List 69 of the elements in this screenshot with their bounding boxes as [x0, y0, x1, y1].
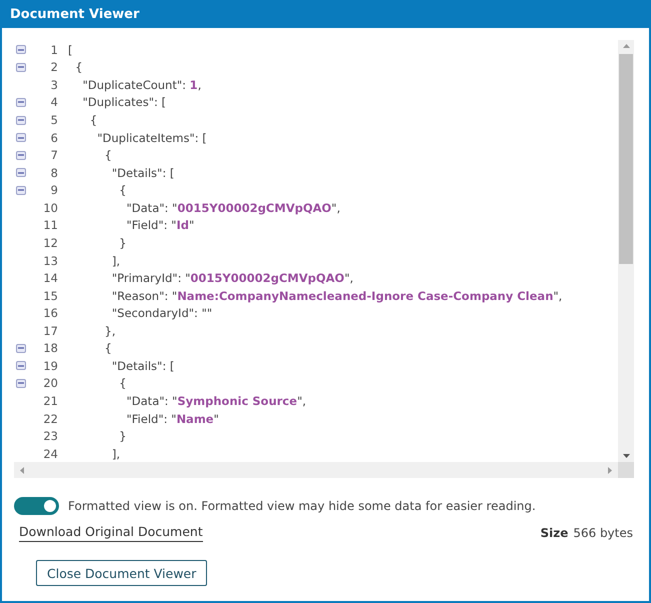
collapse-icon[interactable] — [16, 168, 26, 178]
code-line: "DuplicateCount": 1, — [82, 78, 202, 92]
line-number: 20 — [42, 376, 59, 390]
code-line: "Field": "Name" — [125, 412, 219, 426]
line-number: 11 — [42, 218, 59, 232]
code-line: { — [104, 148, 112, 162]
code-line: "Field": "Id" — [125, 218, 194, 232]
line-number: 3 — [50, 78, 59, 92]
line-number: 12 — [42, 236, 59, 250]
code-line: "DuplicateItems": [ — [96, 130, 207, 145]
code-line: "Details": [ — [110, 358, 174, 373]
code-line: { — [118, 376, 126, 390]
line-number: 14 — [42, 271, 59, 286]
collapse-icon[interactable] — [16, 186, 26, 195]
code-line: "Reason": "Name:CompanyNamecleaned-Ignore Case-Company Clean", — [110, 288, 562, 303]
line-number: 21 — [42, 394, 59, 408]
close-viewer-button[interactable]: Close Document Viewer — [36, 560, 208, 586]
line-number: 8 — [50, 166, 59, 180]
code-line: } — [118, 429, 126, 444]
line-number: 4 — [50, 95, 59, 110]
code-line: { — [104, 341, 112, 356]
code-line: { — [74, 60, 83, 74]
formatted-view-toggle[interactable] — [14, 497, 59, 515]
toggle-label: Formatted view is on. Formatted view may hide some data for easier reading. — [68, 499, 536, 513]
size-text: Size 566 bytes — [540, 526, 633, 540]
line-number: 19 — [42, 358, 59, 373]
vertical-scrollbar[interactable] — [618, 40, 634, 462]
code-line: { — [118, 183, 126, 198]
line-number: 16 — [42, 306, 59, 320]
code-line: }, — [104, 324, 116, 338]
code-line: "PrimaryId": "0015Y00002gCMVpQAO", — [110, 271, 354, 286]
code-line: "Duplicates": [ — [82, 95, 166, 110]
window-title: Document Viewer — [2, 0, 649, 28]
download-link[interactable]: Download Original Document — [19, 524, 203, 542]
line-number: 1 — [50, 42, 59, 57]
collapse-icon[interactable] — [16, 150, 26, 160]
collapse-icon[interactable] — [16, 344, 26, 353]
collapse-icon[interactable] — [16, 116, 26, 125]
line-number: 5 — [50, 113, 59, 128]
line-number: 17 — [42, 324, 59, 338]
code-line: } — [118, 236, 126, 250]
code-line: "Details": [ — [110, 166, 174, 180]
line-number: 10 — [42, 200, 59, 215]
scroll-down-icon[interactable] — [622, 454, 630, 458]
line-number: 13 — [42, 254, 59, 268]
code-line: "Data": "0015Y00002gCMVpQAO", — [125, 200, 340, 215]
code-line: { — [88, 113, 98, 128]
line-number: 2 — [50, 60, 59, 74]
line-number: 18 — [42, 341, 59, 356]
line-number: 22 — [42, 412, 59, 426]
code-line: "Data": "Symphonic Source", — [125, 394, 306, 408]
code-line: "SecondaryId": "" — [110, 306, 212, 320]
line-number: 9 — [50, 183, 59, 198]
collapse-icon[interactable] — [16, 361, 26, 370]
line-number: 24 — [42, 446, 59, 461]
line-number: 23 — [42, 429, 59, 444]
collapse-icon[interactable] — [16, 378, 26, 388]
collapse-icon[interactable] — [16, 98, 26, 107]
code-line: ], — [110, 446, 120, 461]
line-number: 15 — [42, 288, 59, 303]
line-number: 6 — [50, 130, 59, 145]
collapse-icon[interactable] — [16, 45, 26, 54]
line-number: 7 — [50, 148, 59, 162]
code-line: ], — [110, 254, 120, 268]
code-line: [ — [68, 42, 72, 57]
collapse-icon[interactable] — [16, 62, 26, 72]
scroll-thumb[interactable] — [619, 54, 633, 264]
collapse-icon[interactable] — [16, 133, 26, 142]
scrollbar-corner — [618, 462, 634, 478]
